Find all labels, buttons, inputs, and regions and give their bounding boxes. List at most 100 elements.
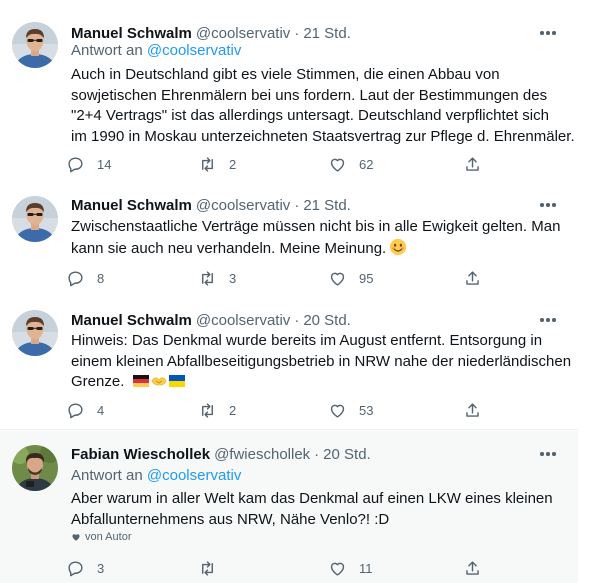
retweet-icon [202,560,213,576]
timestamp[interactable]: 20 Std. [303,312,351,329]
text-fragment: Grenze. [71,373,125,390]
liked-by-author-badge: von Autor [71,528,131,546]
badge-label: von Autor [85,531,132,543]
retweet-button[interactable]: 3 [198,266,236,290]
share-button[interactable] [463,266,482,290]
share-icon [466,156,479,171]
action-bar: 8 3 95 [66,266,496,290]
author-name[interactable]: Manuel Schwalm [71,197,192,214]
reply-button[interactable]: 4 [66,398,104,422]
retweet-count: 3 [229,270,237,286]
reply-button[interactable]: 3 [66,556,104,580]
tweet-text: Aber warum in aller Welt kam das Denkmal… [71,489,553,530]
share-button[interactable] [463,398,482,422]
author-handle[interactable]: @coolservativ [196,25,290,42]
timestamp[interactable]: 20 Std. [323,446,371,463]
dot-icon [540,31,544,35]
dot-icon [552,318,556,322]
tweet-text: Zwischenstaatliche Verträge müssen nicht… [71,217,561,259]
smiling-face-emoji [390,238,407,255]
like-count: 62 [359,156,374,172]
share-icon [466,560,479,575]
text-line: im 1990 in Moskau unterzeichneten Staats… [71,127,575,145]
more-options-button[interactable] [536,443,560,465]
text-line: Grenze. [71,372,551,393]
tweet-header: Fabian Wieschollek @fwieschollek · 20 St… [71,443,371,465]
timestamp[interactable]: 21 Std. [303,25,351,42]
reply-icon [68,156,83,172]
retweet-button[interactable] [198,556,229,580]
heart-icon [330,158,345,172]
heart-icon [330,404,345,418]
tweet-text: Auch in Deutschland gibt es viele Stimme… [71,65,575,147]
dot-icon [540,452,544,456]
reply-handle-link[interactable]: @coolservativ [147,467,241,484]
reply-button[interactable]: 8 [66,266,104,290]
reply-count: 4 [97,402,105,418]
retweet-icon [202,156,213,172]
like-button[interactable]: 11 [328,556,373,580]
heart-icon [72,534,80,541]
reply-button[interactable]: 14 [66,152,111,176]
dot-icon [546,31,550,35]
reply-count: 3 [97,560,105,576]
text-line: einem kleinen Abfallbeseitigungsbetrieb … [71,352,572,370]
author-name[interactable]: Manuel Schwalm [71,312,192,329]
separator-dot: · [294,196,300,214]
retweet-button[interactable]: 2 [198,152,236,176]
action-bar: 14 2 62 [66,152,496,176]
avatar[interactable] [12,22,58,68]
dot-icon [552,203,556,207]
tweet-header: Manuel Schwalm @coolservativ · 20 Std. [71,309,351,331]
author-name[interactable]: Manuel Schwalm [71,25,192,42]
tweet[interactable]: Manuel Schwalm @coolservativ · 21 Std. A… [0,0,578,186]
tweet-header: Manuel Schwalm @coolservativ · 21 Std. [71,194,351,216]
text-line: Hinweis: Das Denkmal wurde bereits im Au… [71,332,543,349]
timestamp[interactable]: 21 Std. [303,197,351,214]
tweet[interactable]: Manuel Schwalm @coolservativ · 21 Std. Z… [0,186,578,300]
share-icon [466,270,479,285]
action-bar: 3 11 [66,556,496,580]
avatar[interactable] [12,310,58,356]
share-button[interactable] [463,556,482,580]
retweet-button[interactable]: 2 [198,398,236,422]
germany-flag-icon [132,375,149,387]
avatar[interactable] [12,445,58,491]
dot-icon [546,318,550,322]
reply-count: 8 [97,270,105,286]
dot-icon [540,203,544,207]
more-options-button[interactable] [536,22,560,44]
reply-handle-link[interactable]: @coolservativ [147,42,241,59]
dot-icon [546,203,550,207]
text-line: "2+4 Vertrags" ist das allerdings unters… [71,107,549,124]
text-line: Aber warum in aller Welt kam das Denkmal… [71,490,553,507]
text-line: sowjetischen Ehrenmälern bei uns fordern… [71,86,548,104]
text-line: Auch in Deutschland gibt es viele Stimme… [71,66,500,83]
avatar[interactable] [12,196,58,242]
reply-prefix: Antwort an [71,467,143,484]
text-line: Zwischenstaatliche Verträge müssen nicht… [71,218,561,235]
tweet[interactable]: Manuel Schwalm @coolservativ · 20 Std. H… [0,300,578,430]
dot-icon [552,452,556,456]
heart-icon [330,562,345,576]
reply-prefix: Antwort an [71,42,143,59]
tweet[interactable]: Fabian Wieschollek @fwieschollek · 20 St… [0,431,578,583]
like-button[interactable]: 95 [328,266,373,290]
author-handle[interactable]: @fwieschollek [214,446,310,463]
like-count: 53 [359,402,374,418]
retweet-count: 2 [229,156,237,172]
author-handle[interactable]: @coolservativ [196,197,290,214]
like-count: 11 [359,560,373,576]
share-button[interactable] [463,152,482,176]
like-button[interactable]: 62 [328,152,373,176]
text-fragment: kann sie auch neu verhandeln. Meine Mein… [71,239,387,257]
like-button[interactable]: 53 [328,398,373,422]
reply-context: Antwort an @coolservativ [71,467,241,484]
share-icon [466,402,479,417]
more-options-button[interactable] [536,309,560,331]
more-options-button[interactable] [536,194,560,216]
author-handle[interactable]: @coolservativ [196,312,290,329]
separator-dot: · [314,445,320,463]
reply-count: 14 [97,156,112,172]
author-name[interactable]: Fabian Wieschollek [71,446,210,463]
